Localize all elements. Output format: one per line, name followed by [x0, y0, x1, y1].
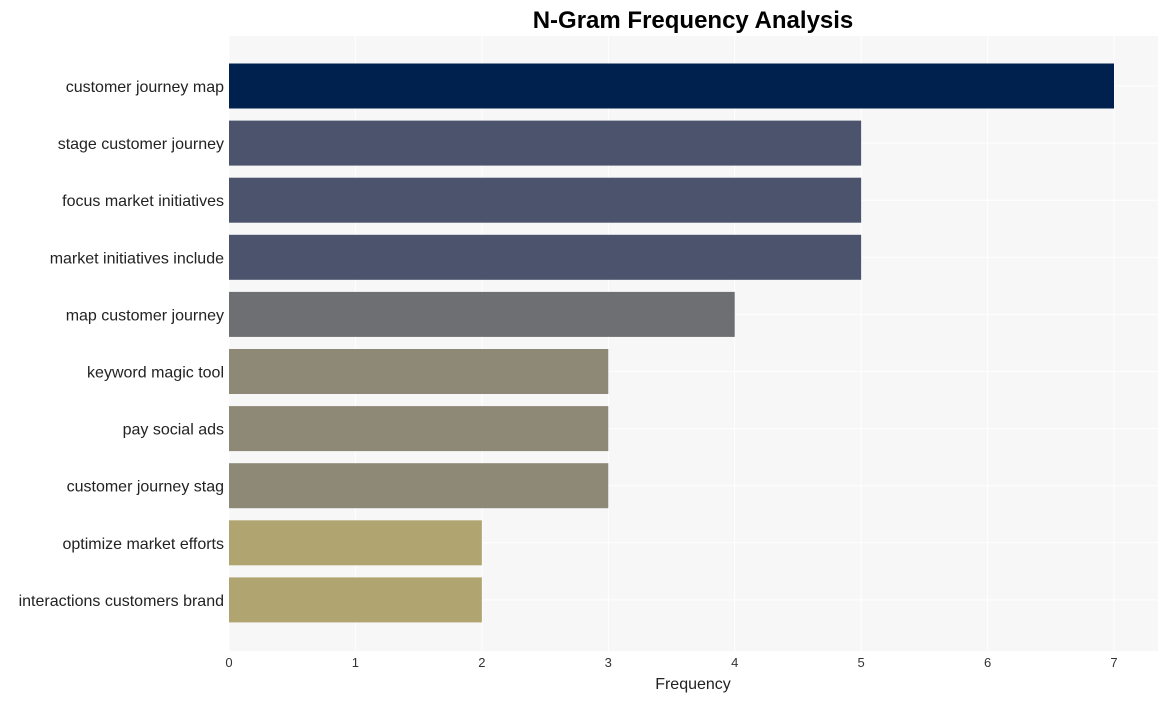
bar: [229, 463, 609, 509]
y-tick-label: interactions customers brand: [19, 593, 224, 610]
bar: [229, 520, 482, 566]
bar: [229, 120, 862, 166]
x-tick-label: 7: [1110, 655, 1117, 670]
bar: [229, 63, 1114, 109]
y-tick-label: market initiatives include: [50, 250, 224, 267]
x-tick-label: 3: [605, 655, 612, 670]
x-axis-title: Frequency: [655, 676, 731, 693]
y-tick-label: pay social ads: [123, 422, 224, 439]
x-axis-ticks: 0 1 2 3 4 5 6 7: [225, 655, 1117, 670]
y-tick-label: customer journey stag: [67, 479, 224, 496]
y-tick-label: stage customer journey: [58, 136, 224, 153]
y-tick-label: keyword magic tool: [87, 365, 224, 382]
y-tick-label: optimize market efforts: [62, 536, 224, 553]
chart-title: N-Gram Frequency Analysis: [533, 7, 854, 34]
x-tick-label: 2: [478, 655, 485, 670]
y-tick-label: map customer journey: [66, 307, 224, 324]
bar: [229, 291, 735, 337]
x-tick-label: 5: [858, 655, 865, 670]
x-tick-label: 6: [984, 655, 991, 670]
x-tick-label: 4: [731, 655, 738, 670]
bar: [229, 349, 609, 394]
bar: [229, 234, 862, 280]
y-tick-label: focus market initiatives: [62, 193, 224, 210]
bar: [229, 177, 862, 223]
y-tick-label: customer journey map: [66, 79, 224, 96]
x-tick-label: 1: [352, 655, 359, 670]
chart: customer journey map stage customer journ…: [19, 7, 1158, 693]
bar: [229, 406, 609, 452]
bar: [229, 577, 482, 623]
y-axis-labels: customer journey map stage customer journ…: [19, 79, 225, 610]
x-tick-label: 0: [225, 655, 232, 670]
